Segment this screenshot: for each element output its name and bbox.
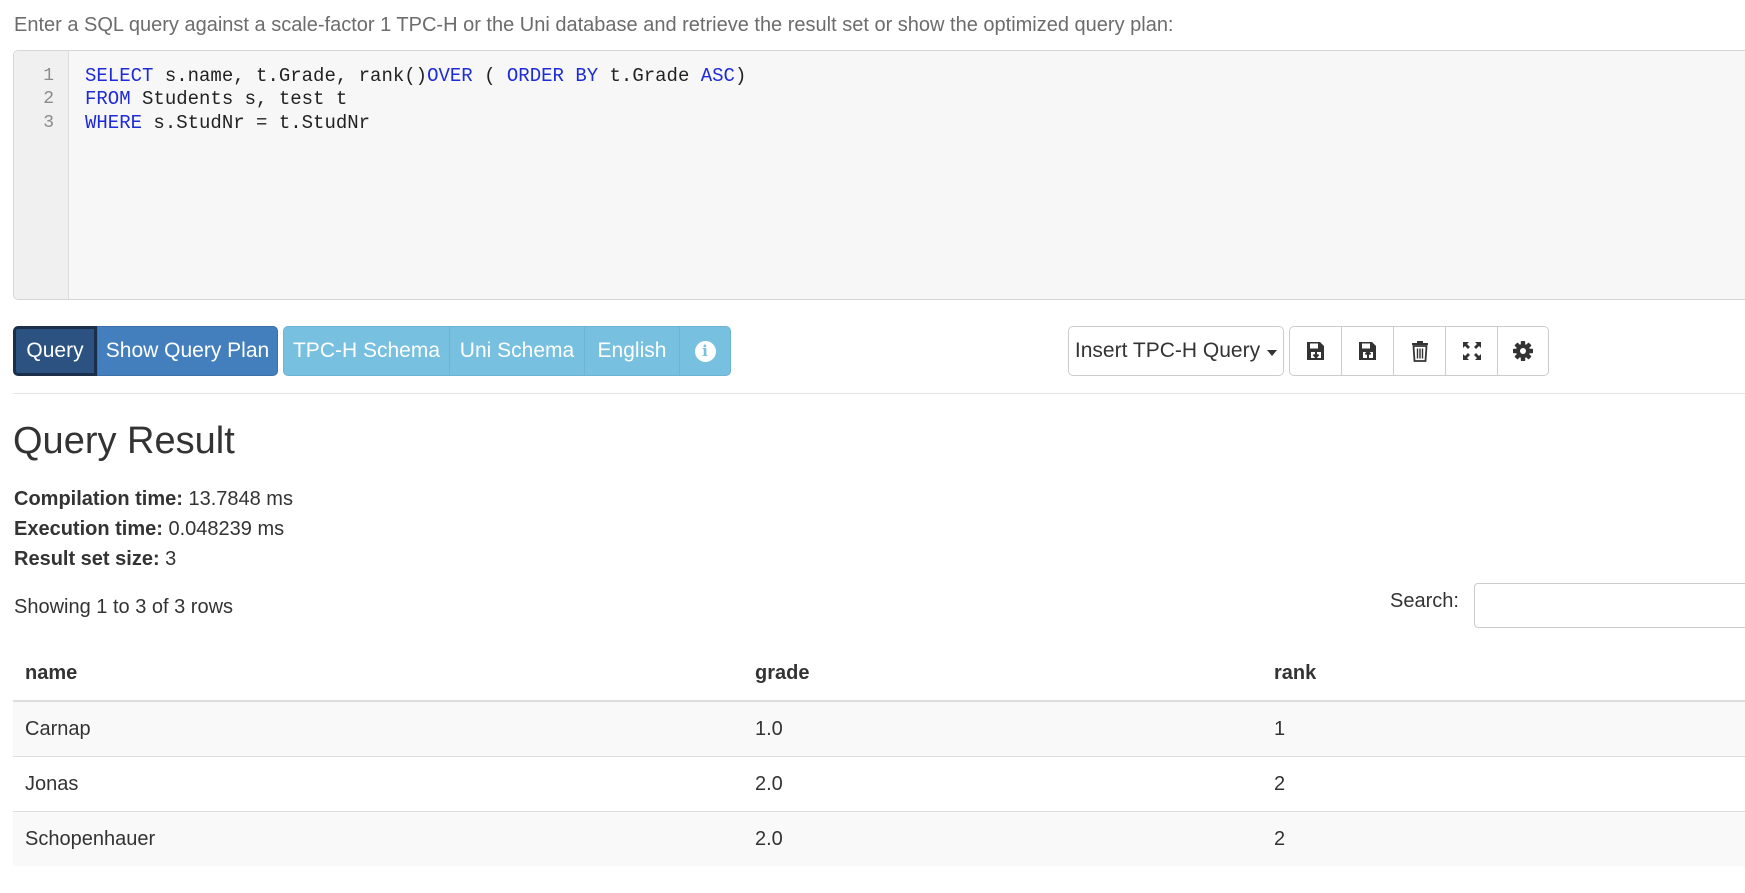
language-button[interactable]: English [584,326,680,376]
show-query-plan-label: Show Query Plan [105,339,270,362]
table-cell: 1.0 [743,700,1262,757]
table-cell: 1 [1262,700,1745,757]
sql-keyword: WHERE [85,112,143,134]
load-query-button[interactable] [1341,326,1394,376]
search-label: Search: [1390,590,1459,612]
gear-icon [1513,341,1533,361]
table-row: Jonas 2.0 2 [13,756,1745,812]
fullscreen-icon [1462,342,1481,360]
sql-text: ( [472,65,507,87]
uni-schema-label: Uni Schema [459,339,575,362]
execution-time-value: 0.048239 ms [168,518,285,540]
code-line[interactable]: WHERE s.StudNr = t.StudNr [85,112,370,134]
result-set-size-value: 3 [165,548,177,570]
language-label: English [597,339,667,362]
column-header-rank[interactable]: rank [1262,646,1745,702]
sql-keyword: FROM [85,88,131,110]
table-row: Schopenhauer 2.0 2 [13,811,1745,866]
page: Enter a SQL query against a scale-factor… [0,0,1745,893]
sql-text: ) [734,65,747,87]
execution-time: Execution time: 0.048239 ms [14,518,284,541]
tpch-schema-label: TPC-H Schema [292,339,441,362]
sql-text: s.StudNr = t.StudNr [142,112,371,134]
table-cell: Carnap [13,700,743,757]
table-row: Carnap 1.0 1 [13,700,1745,757]
info-icon: i [694,340,716,362]
table-cell: 2 [1262,811,1745,866]
chevron-down-icon [1267,349,1278,356]
line-number-gutter: 1 2 3 [14,51,69,299]
query-button[interactable]: Query [13,326,97,376]
table-header-row: name grade rank [13,646,1745,702]
uni-schema-button[interactable]: Uni Schema [449,326,585,376]
sql-text: t.Grade [598,65,701,87]
save-query-button[interactable] [1289,326,1342,376]
query-button-label: Query [26,339,84,362]
line-number: 2 [43,89,54,109]
intro-text: Enter a SQL query against a scale-factor… [14,14,1174,36]
result-table: name grade rank Carnap 1.0 1 Jonas 2.0 2… [13,646,1745,866]
result-set-size: Result set size: 3 [14,548,176,571]
column-header-grade[interactable]: grade [743,646,1262,702]
delete-button[interactable] [1393,326,1446,376]
save-down-icon [1306,342,1324,360]
show-query-plan-button[interactable]: Show Query Plan [97,326,278,376]
fullscreen-button[interactable] [1445,326,1498,376]
table-cell: Schopenhauer [13,811,743,866]
tpch-schema-button[interactable]: TPC-H Schema [283,326,450,376]
sql-keyword: OVER [427,65,473,87]
sql-editor[interactable]: 1 2 3 SELECT s.name, t.Grade, rank()OVER… [13,50,1745,300]
showing-rows-info: Showing 1 to 3 of 3 rows [14,596,234,618]
table-cell: 2.0 [743,756,1262,812]
sql-keyword: ASC [700,65,735,87]
line-number: 1 [43,66,54,86]
settings-button[interactable] [1497,326,1549,376]
column-header-name[interactable]: name [13,646,743,702]
sql-text: Students s, test t [130,88,348,110]
query-result-heading: Query Result [13,420,235,462]
insert-tpch-query-dropdown[interactable]: Insert TPC-H Query [1068,326,1284,376]
insert-tpch-query-label: Insert TPC-H Query [1074,339,1261,362]
compilation-time: Compilation time: 13.7848 ms [14,488,293,511]
info-button[interactable]: i [679,326,731,376]
sql-keyword: ORDER BY [506,65,599,87]
compilation-time-label: Compilation time: [14,488,183,510]
sql-text: s.name, t.Grade, rank() [153,65,428,87]
table-cell: 2 [1262,756,1745,812]
line-number: 3 [43,113,54,133]
search-input[interactable] [1474,583,1745,628]
save-up-icon [1358,342,1376,360]
code-line[interactable]: SELECT s.name, t.Grade, rank()OVER ( ORD… [85,65,746,87]
sql-keyword: SELECT [85,65,154,87]
compilation-time-value: 13.7848 ms [188,488,293,510]
table-cell: Jonas [13,756,743,812]
table-cell: 2.0 [743,811,1262,866]
result-set-size-label: Result set size: [14,548,160,570]
execution-time-label: Execution time: [14,518,163,540]
trash-icon [1411,341,1428,362]
divider [13,393,1745,394]
code-line[interactable]: FROM Students s, test t [85,88,347,110]
